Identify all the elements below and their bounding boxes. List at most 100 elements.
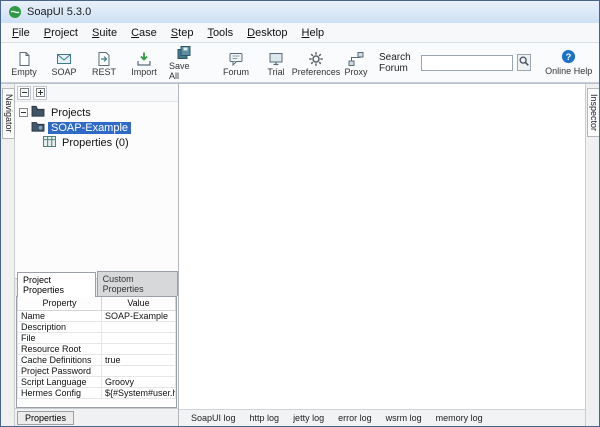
inspector-tab[interactable]: Inspector bbox=[587, 88, 599, 138]
tab-custom-properties[interactable]: Custom Properties bbox=[96, 271, 178, 296]
preferences-button[interactable]: Preferences bbox=[292, 45, 340, 81]
value-cell[interactable] bbox=[101, 331, 176, 344]
property-cell: Cache Definitions bbox=[17, 353, 102, 366]
tree-properties-row[interactable]: Properties (0) bbox=[19, 135, 178, 150]
menu-project[interactable]: Project bbox=[37, 25, 85, 41]
value-cell[interactable] bbox=[101, 364, 176, 377]
import-project-button[interactable]: Import bbox=[125, 45, 163, 81]
properties-table-icon bbox=[43, 135, 56, 150]
window-body: Navigator Projects SOAP-Example Properti… bbox=[1, 83, 599, 426]
table-row[interactable]: File bbox=[17, 331, 176, 344]
log-tab-soapui[interactable]: SoapUI log bbox=[185, 412, 242, 424]
expand-all-icon bbox=[35, 85, 45, 100]
toolbar-button-label: Empty bbox=[11, 66, 37, 77]
menu-step[interactable]: Step bbox=[164, 25, 201, 41]
navigator-strip: Navigator bbox=[1, 84, 15, 426]
value-cell[interactable]: ${#System#user.ho... bbox=[101, 386, 176, 399]
table-row[interactable]: Cache Definitions true bbox=[17, 353, 176, 366]
search-forum-label: Search Forum bbox=[379, 51, 411, 74]
value-cell[interactable]: SOAP-Example bbox=[101, 309, 176, 322]
inspector-strip: Inspector bbox=[585, 84, 599, 426]
expand-all-button[interactable] bbox=[33, 85, 47, 100]
toolbar-button-label: Import bbox=[131, 66, 157, 77]
soapui-window: SoapUI 5.3.0 File Project Suite Case Ste… bbox=[0, 0, 600, 427]
menu-file[interactable]: File bbox=[5, 25, 37, 41]
tab-project-properties[interactable]: Project Properties bbox=[17, 272, 96, 297]
rest-project-button[interactable]: REST bbox=[85, 45, 123, 81]
property-cell: Hermes Config bbox=[17, 386, 102, 399]
main-toolbar: Empty SOAP REST Import Save All Forum Tr… bbox=[1, 43, 599, 83]
toolbar-button-label: Save All bbox=[169, 60, 190, 81]
table-row[interactable]: Project Password bbox=[17, 364, 176, 377]
properties-table: Property Value Name SOAP-Example Descrip… bbox=[17, 297, 176, 399]
log-tab-jetty[interactable]: jetty log bbox=[287, 412, 330, 424]
log-tab-error[interactable]: error log bbox=[332, 412, 378, 424]
toolbar-button-label: Preferences bbox=[291, 66, 341, 77]
table-row[interactable]: Script Language Groovy bbox=[17, 375, 176, 388]
tree-properties-label: Properties (0) bbox=[62, 136, 129, 149]
panel-bottom-bar: Properties bbox=[15, 408, 178, 426]
save-all-button[interactable]: Save All bbox=[165, 45, 203, 81]
collapse-handle-icon[interactable] bbox=[19, 108, 28, 117]
column-header-value[interactable]: Value bbox=[101, 297, 176, 311]
online-help-label: Online Help bbox=[545, 66, 593, 76]
tree-project-row[interactable]: SOAP-Example bbox=[19, 120, 178, 135]
toolbar-button-label: Forum bbox=[222, 66, 249, 77]
menu-bar: File Project Suite Case Step Tools Deskt… bbox=[1, 23, 599, 43]
desktop-area: SoapUI log http log jetty log error log … bbox=[179, 84, 585, 426]
trial-button[interactable]: Trial bbox=[257, 45, 295, 81]
table-row[interactable]: Description bbox=[17, 320, 176, 333]
property-cell: File bbox=[17, 331, 102, 344]
collapse-all-button[interactable] bbox=[17, 85, 31, 100]
properties-section: Project Properties Custom Properties Pro… bbox=[15, 271, 178, 408]
menu-desktop[interactable]: Desktop bbox=[240, 25, 294, 41]
toolbar-button-label: Trial bbox=[267, 66, 285, 77]
search-forum-input[interactable] bbox=[420, 54, 513, 71]
value-cell[interactable]: Groovy bbox=[101, 375, 176, 388]
search-forum-button[interactable] bbox=[516, 54, 531, 71]
properties-table-wrap: Property Value Name SOAP-Example Descrip… bbox=[16, 296, 177, 408]
soap-project-button[interactable]: SOAP bbox=[45, 45, 83, 81]
svg-text:?: ? bbox=[566, 52, 572, 62]
log-tab-bar: SoapUI log http log jetty log error log … bbox=[179, 409, 585, 426]
project-tree: Projects SOAP-Example Properties (0) bbox=[15, 102, 178, 278]
search-forum-area: Search Forum bbox=[379, 52, 531, 74]
log-tab-http[interactable]: http log bbox=[244, 412, 286, 424]
menu-help[interactable]: Help bbox=[295, 25, 332, 41]
menu-tools[interactable]: Tools bbox=[200, 25, 240, 41]
tree-root-label: Projects bbox=[51, 106, 91, 119]
property-cell: Resource Root bbox=[17, 342, 102, 355]
table-row[interactable]: Name SOAP-Example bbox=[17, 309, 176, 322]
value-cell[interactable] bbox=[101, 320, 176, 333]
value-cell[interactable]: true bbox=[101, 353, 176, 366]
log-tab-memory[interactable]: memory log bbox=[430, 412, 489, 424]
property-cell: Script Language bbox=[17, 375, 102, 388]
desktop-content[interactable] bbox=[179, 84, 585, 409]
forum-button[interactable]: Forum bbox=[217, 45, 255, 81]
table-row[interactable]: Hermes Config ${#System#user.ho... bbox=[17, 386, 176, 399]
online-help-button[interactable]: ? Online Help bbox=[543, 49, 595, 76]
trial-icon bbox=[268, 49, 284, 67]
toolbar-button-label: REST bbox=[91, 66, 116, 77]
navigator-tab[interactable]: Navigator bbox=[2, 88, 15, 139]
menu-suite[interactable]: Suite bbox=[85, 25, 124, 41]
soap-project-icon bbox=[56, 49, 72, 67]
projects-folder-icon bbox=[31, 105, 45, 120]
tree-project-label[interactable]: SOAP-Example bbox=[48, 121, 132, 134]
tree-root-row[interactable]: Projects bbox=[19, 105, 178, 120]
property-cell: Name bbox=[17, 309, 102, 322]
properties-toggle-button[interactable]: Properties bbox=[17, 410, 75, 425]
property-cell: Project Password bbox=[17, 364, 102, 377]
table-row[interactable]: Resource Root bbox=[17, 342, 176, 355]
title-bar: SoapUI 5.3.0 bbox=[1, 1, 599, 23]
value-cell[interactable] bbox=[101, 342, 176, 355]
proxy-button[interactable]: Proxy bbox=[337, 45, 375, 81]
log-tab-wsrm[interactable]: wsrm log bbox=[380, 412, 428, 424]
window-title: SoapUI 5.3.0 bbox=[27, 6, 92, 18]
search-icon bbox=[518, 55, 530, 70]
save-all-icon bbox=[176, 45, 192, 61]
menu-case[interactable]: Case bbox=[124, 25, 164, 41]
column-header-property[interactable]: Property bbox=[17, 297, 102, 311]
preferences-gear-icon bbox=[308, 49, 324, 67]
empty-project-button[interactable]: Empty bbox=[5, 45, 43, 81]
